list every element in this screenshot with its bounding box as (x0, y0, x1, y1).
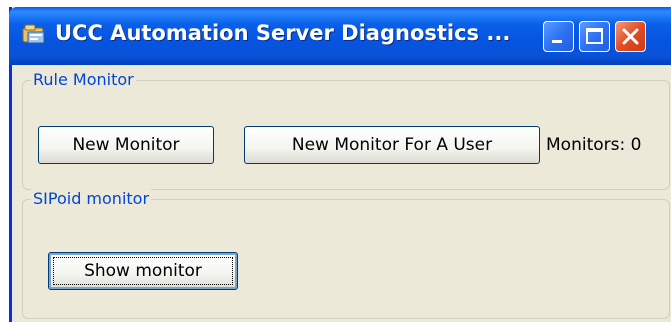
maximize-button[interactable] (579, 21, 610, 52)
maximize-icon (586, 28, 603, 44)
diagnostics-window: UCC Automation Server Diagnostics ... Ru… (9, 7, 671, 322)
close-button[interactable] (615, 21, 646, 52)
show-monitor-label: Show monitor (84, 261, 202, 281)
window-title: UCC Automation Server Diagnostics ... (55, 21, 511, 45)
new-monitor-for-user-button[interactable]: New Monitor For A User (244, 126, 540, 164)
title-bar[interactable]: UCC Automation Server Diagnostics ... (9, 7, 671, 65)
sipoid-monitor-legend: SIPoid monitor (31, 189, 152, 208)
minimize-button[interactable] (543, 21, 574, 52)
minimize-icon (552, 40, 562, 43)
close-icon (622, 28, 639, 45)
new-monitor-button[interactable]: New Monitor (38, 126, 214, 164)
app-icon (21, 22, 47, 46)
rule-monitor-legend: Rule Monitor (31, 70, 136, 89)
show-monitor-button[interactable]: Show monitor (48, 252, 238, 290)
monitors-count-label: Monitors: 0 (546, 135, 642, 155)
